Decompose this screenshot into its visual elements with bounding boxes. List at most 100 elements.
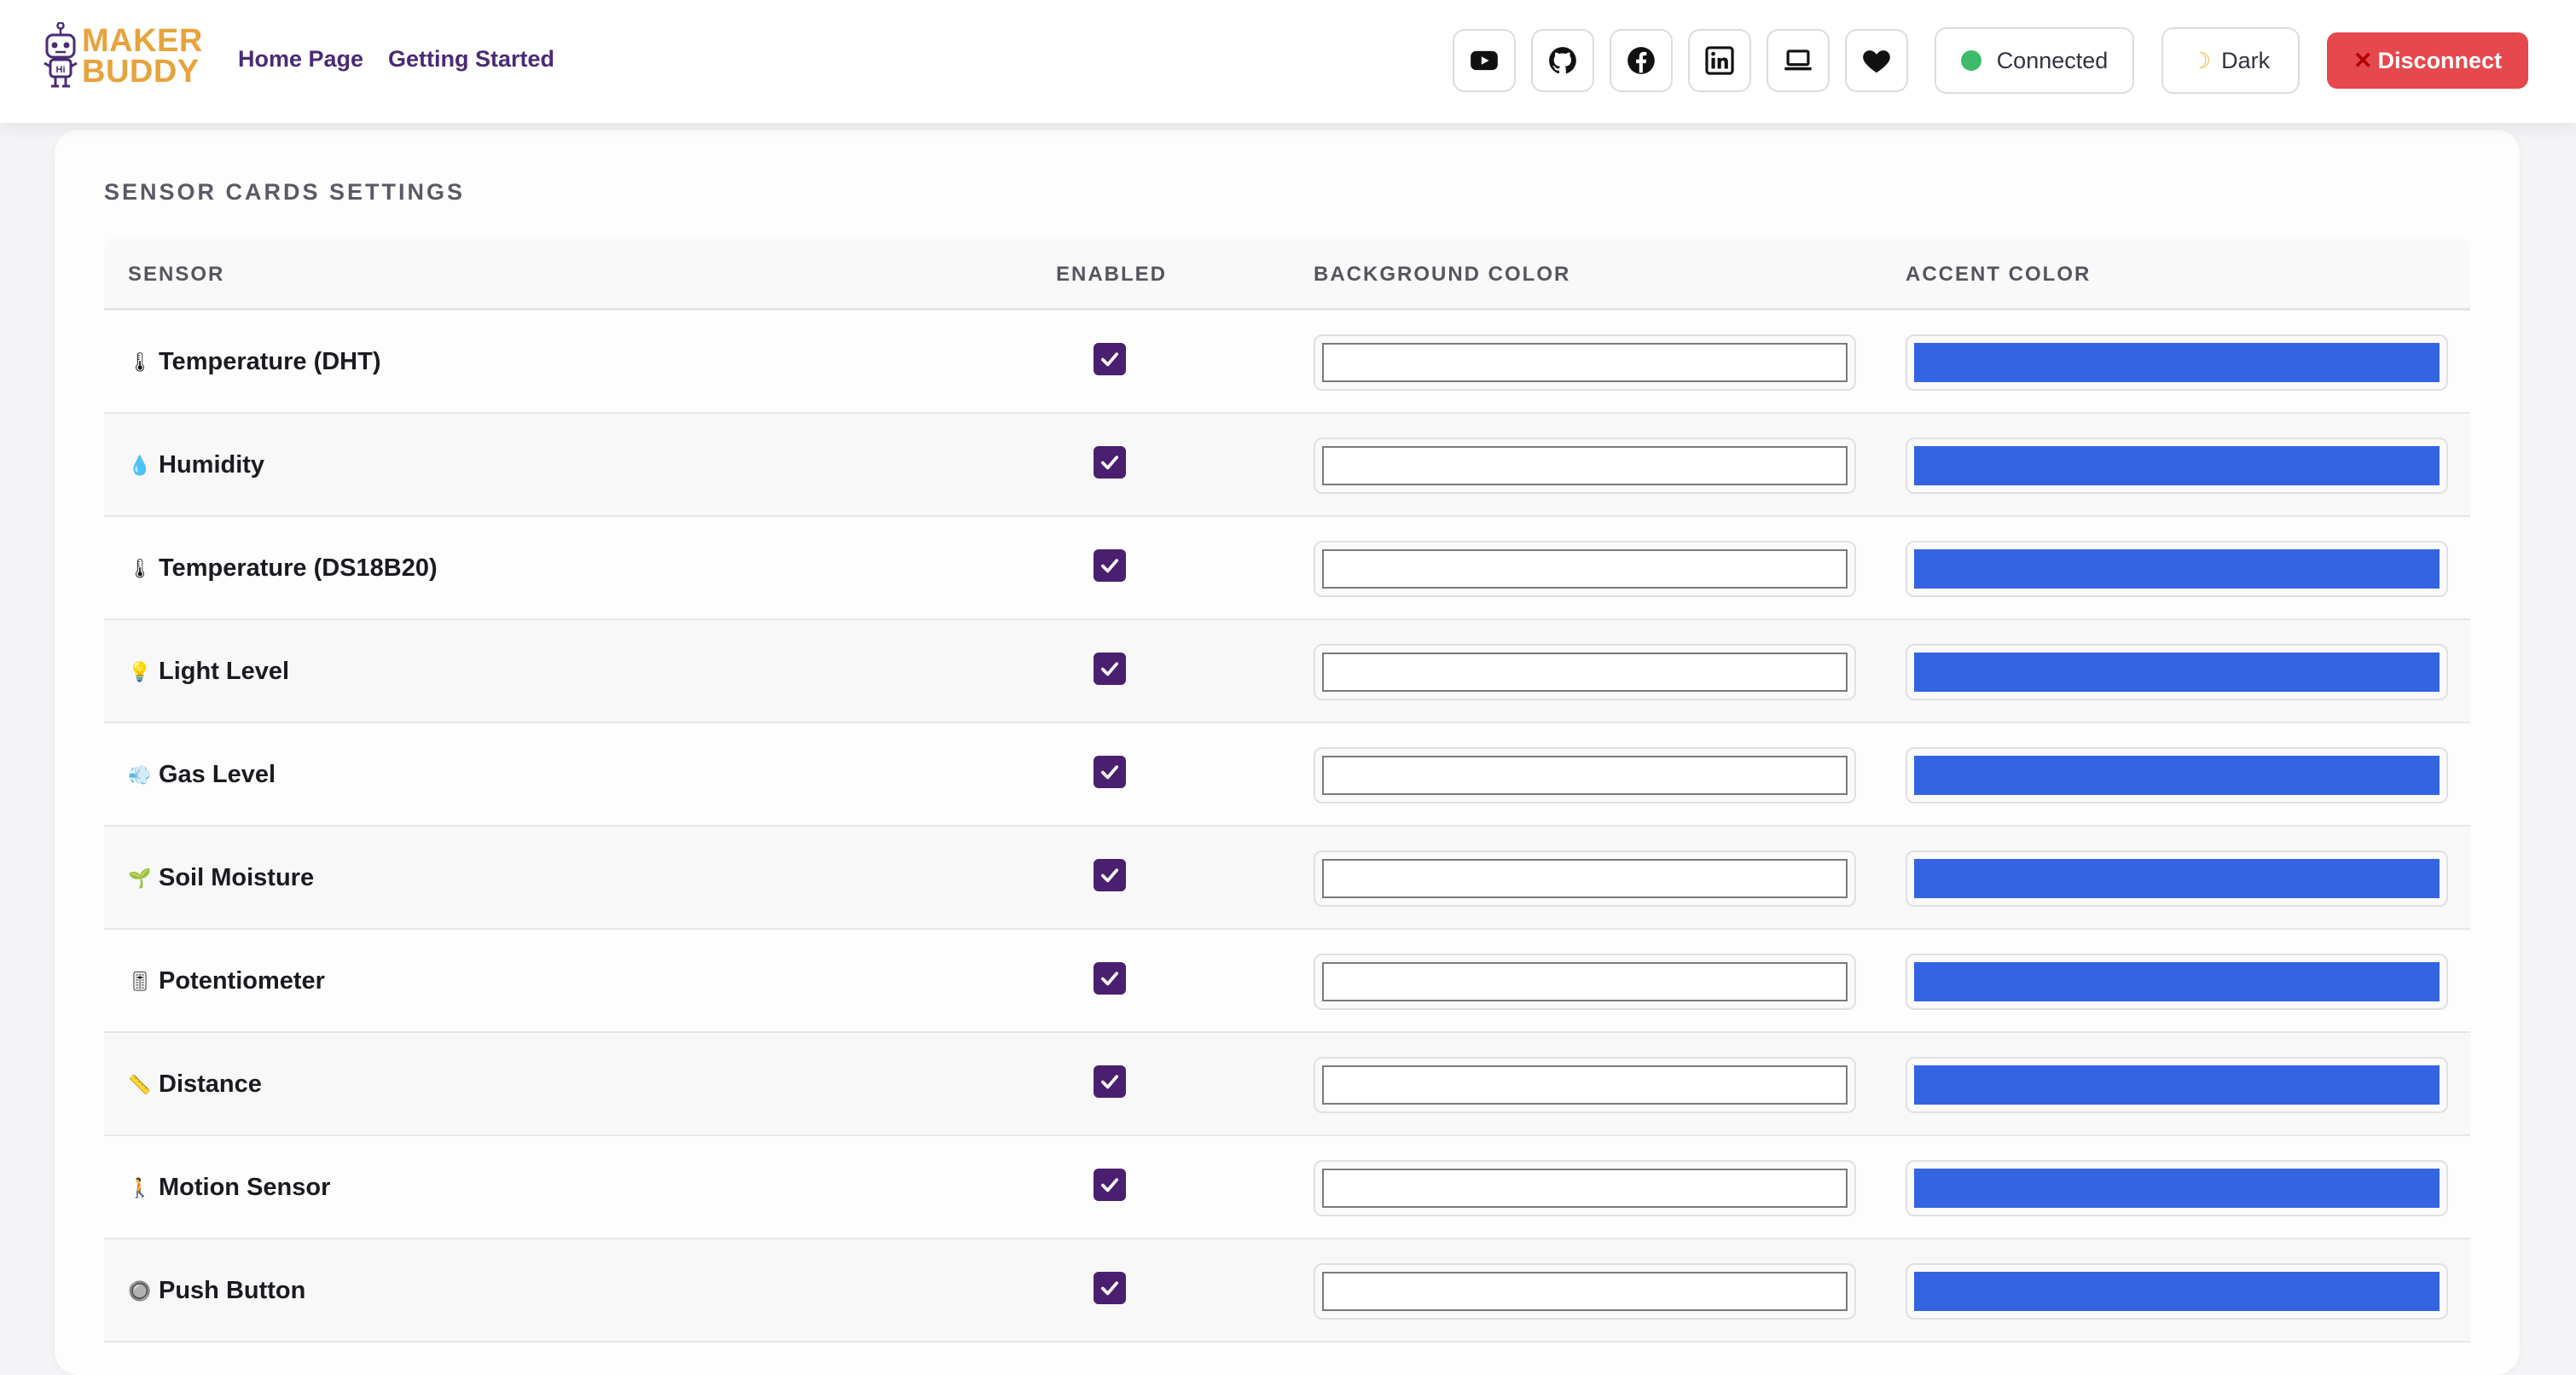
card-title: SENSOR CARDS SETTINGS <box>104 179 466 205</box>
accent-color-swatch <box>1914 859 2440 898</box>
youtube-button[interactable] <box>1453 29 1516 92</box>
theme-toggle-label: Dark <box>2221 47 2271 73</box>
checkmark-icon <box>1100 868 1119 883</box>
nav-getting-started[interactable]: Getting Started <box>388 46 554 73</box>
enabled-checkbox[interactable] <box>1094 446 1126 479</box>
sensor-settings-table: SENSOR ENABLED BACKGROUND COLOR ACCENT C… <box>104 239 2470 1343</box>
sensor-cell: 🌡 Temperature (DHT) <box>128 310 381 414</box>
sensor-icon: 🌡 <box>128 351 152 373</box>
accent-color-swatch <box>1914 446 2440 485</box>
sensor-name: Temperature (DHT) <box>159 348 381 375</box>
column-header-background: BACKGROUND COLOR <box>1314 263 1571 286</box>
sensor-cell: 📏 Distance <box>128 1033 262 1136</box>
theme-toggle-button[interactable]: ☽ Dark <box>2161 27 2300 94</box>
background-color-swatch <box>1322 549 1848 589</box>
laptop-icon <box>1784 49 1812 71</box>
maker-buddy-logo[interactable]: Hi MAKER BUDDY <box>43 22 213 90</box>
enabled-checkbox[interactable] <box>1094 549 1126 582</box>
background-color-picker[interactable] <box>1314 541 1856 597</box>
heart-icon <box>1863 50 1890 73</box>
facebook-button[interactable] <box>1610 29 1673 92</box>
table-row: 💧 Humidity <box>104 414 2470 517</box>
github-button[interactable] <box>1531 29 1594 92</box>
sensor-cell: 💧 Humidity <box>128 414 264 517</box>
table-row: 📏 Distance <box>104 1033 2470 1136</box>
accent-color-swatch <box>1914 1272 2440 1311</box>
sensor-cell: 🌡 Temperature (DS18B20) <box>128 517 438 620</box>
background-color-picker[interactable] <box>1314 954 1856 1010</box>
accent-color-picker[interactable] <box>1906 541 2448 597</box>
background-color-picker[interactable] <box>1314 1263 1856 1320</box>
linkedin-button[interactable] <box>1688 29 1751 92</box>
accent-color-picker[interactable] <box>1906 954 2448 1010</box>
linkedin-icon <box>1705 46 1734 75</box>
connection-status[interactable]: Connected <box>1935 27 2134 94</box>
sensor-name: Humidity <box>159 451 265 479</box>
enabled-checkbox[interactable] <box>1094 1169 1126 1201</box>
sensor-name: Gas Level <box>159 761 276 788</box>
sensor-icon: 🔘 <box>128 1279 152 1302</box>
table-row: 🌡 Temperature (DHT) <box>104 310 2470 414</box>
background-color-swatch <box>1322 1169 1848 1208</box>
svg-text:Hi: Hi <box>56 65 66 75</box>
accent-color-picker[interactable] <box>1906 438 2448 494</box>
accent-color-picker[interactable] <box>1906 334 2448 391</box>
logo-line-2: BUDDY <box>82 54 200 90</box>
background-color-picker[interactable] <box>1314 1160 1856 1216</box>
accent-color-picker[interactable] <box>1906 747 2448 804</box>
table-header: SENSOR ENABLED BACKGROUND COLOR ACCENT C… <box>104 239 2470 310</box>
background-color-picker[interactable] <box>1314 438 1856 494</box>
table-row: 🎚 Potentiometer <box>104 930 2470 1033</box>
background-color-swatch <box>1322 446 1848 485</box>
sensor-icon: 🚶 <box>128 1176 152 1198</box>
sensor-cell: 🌱 Soil Moisture <box>128 827 314 930</box>
background-color-picker[interactable] <box>1314 334 1856 391</box>
sensor-settings-card: SENSOR CARDS SETTINGS SENSOR ENABLED BAC… <box>55 130 2520 1375</box>
checkmark-icon <box>1100 765 1119 780</box>
accent-color-picker[interactable] <box>1906 1160 2448 1216</box>
table-row: 🌡 Temperature (DS18B20) <box>104 517 2470 620</box>
accent-color-swatch <box>1914 1169 2440 1208</box>
background-color-swatch <box>1322 1065 1848 1105</box>
x-icon: ✕ <box>2353 47 2373 73</box>
background-color-swatch <box>1322 653 1848 692</box>
sensor-name: Distance <box>159 1070 262 1098</box>
checkmark-icon <box>1100 1281 1119 1296</box>
enabled-checkbox[interactable] <box>1094 859 1126 891</box>
youtube-icon <box>1471 50 1498 71</box>
enabled-checkbox[interactable] <box>1094 962 1126 995</box>
sensor-cell: 🎚 Potentiometer <box>128 930 325 1033</box>
laptop-button[interactable] <box>1767 29 1830 92</box>
background-color-swatch <box>1322 1272 1848 1311</box>
background-color-picker[interactable] <box>1314 747 1856 804</box>
sensor-cell: 🔘 Push Button <box>128 1239 305 1343</box>
disconnect-label: Disconnect <box>2377 47 2503 73</box>
connection-status-label: Connected <box>1996 47 2109 73</box>
background-color-picker[interactable] <box>1314 850 1856 907</box>
table-row: 🚶 Motion Sensor <box>104 1136 2470 1239</box>
checkmark-icon <box>1100 559 1119 573</box>
accent-color-picker[interactable] <box>1906 850 2448 907</box>
enabled-checkbox[interactable] <box>1094 653 1126 685</box>
enabled-checkbox[interactable] <box>1094 756 1126 788</box>
checkmark-icon <box>1100 455 1119 470</box>
accent-color-picker[interactable] <box>1906 1263 2448 1320</box>
background-color-swatch <box>1322 756 1848 795</box>
sensor-icon: 💧 <box>128 454 152 476</box>
logo-line-1: MAKER <box>82 23 203 59</box>
enabled-checkbox[interactable] <box>1094 1272 1126 1304</box>
background-color-picker[interactable] <box>1314 644 1856 700</box>
nav-home-page[interactable]: Home Page <box>238 46 363 73</box>
enabled-checkbox[interactable] <box>1094 343 1126 375</box>
sensor-name: Push Button <box>159 1277 306 1304</box>
background-color-picker[interactable] <box>1314 1057 1856 1113</box>
heart-button[interactable] <box>1845 29 1908 92</box>
accent-color-picker[interactable] <box>1906 1057 2448 1113</box>
sensor-name: Motion Sensor <box>159 1174 331 1201</box>
accent-color-picker[interactable] <box>1906 644 2448 700</box>
sensor-icon: 🌡 <box>128 557 152 579</box>
enabled-checkbox[interactable] <box>1094 1065 1126 1098</box>
disconnect-button[interactable]: ✕ Disconnect <box>2327 32 2528 89</box>
sensor-name: Light Level <box>159 658 290 685</box>
accent-color-swatch <box>1914 549 2440 589</box>
